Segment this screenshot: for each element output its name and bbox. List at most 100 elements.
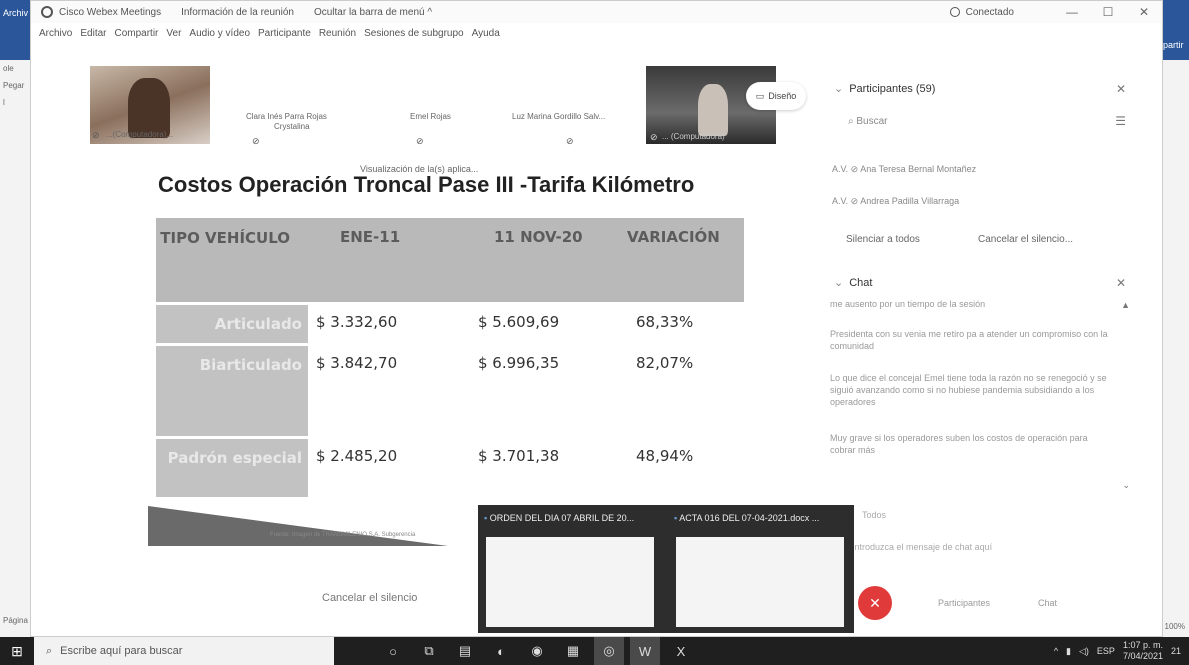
- menu-audio-video[interactable]: Audio y vídeo: [189, 28, 250, 39]
- side-panel: ⌄ Participantes (59) ✕ ⌕ Buscar ☰ A.V. ⊘…: [822, 76, 1140, 636]
- participants-title: Participantes (59): [849, 82, 936, 95]
- word-right-strip: partir 100%: [1161, 0, 1189, 637]
- menu-reunion[interactable]: Reunión: [319, 28, 356, 39]
- taskbar-apps: ○ ⧉ ▤ ◐ ◉ ▦ ◎ W X: [378, 637, 696, 665]
- taskbar-search-placeholder: Escribe aquí para buscar: [60, 645, 183, 657]
- word-item-paste[interactable]: Pegar: [0, 77, 31, 94]
- menu-editar[interactable]: Editar: [80, 28, 106, 39]
- mic-muted-icon: ⊘: [416, 136, 424, 146]
- notification-icon[interactable]: 21: [1171, 646, 1181, 656]
- chat-input[interactable]: Introduzca el mensaje de chat aquí: [852, 542, 992, 552]
- preview-acta[interactable]: ▪ ACTA 016 DEL 07-04-2021.docx ...: [668, 505, 854, 633]
- app-icon[interactable]: ▦: [558, 637, 588, 665]
- webex-titlebar: Cisco Webex Meetings Información de la r…: [31, 1, 1162, 23]
- word-share-label[interactable]: partir: [1161, 0, 1189, 60]
- slide-footnote: Fuente: Imagen de TRANSMILENIO S.A. Subg…: [270, 532, 416, 538]
- video-name-1: ...(Computadora)...: [106, 130, 174, 139]
- file-explorer-icon[interactable]: ▤: [450, 637, 480, 665]
- row-ene: $ 3.842,70: [316, 354, 398, 372]
- table-row: Articulado $ 3.332,60 $ 5.609,69 68,33%: [156, 305, 744, 343]
- word-left-strip: Archiv ole Pegar l Página: [0, 0, 32, 637]
- preview-page: [676, 537, 844, 627]
- menu-ayuda[interactable]: Ayuda: [472, 28, 500, 39]
- volume-icon[interactable]: ◁): [1079, 646, 1089, 657]
- hide-menu-link[interactable]: Ocultar la barra de menú ^: [314, 7, 432, 18]
- cortana-icon[interactable]: ○: [378, 637, 408, 665]
- preview-title: ACTA 016 DEL 07-04-2021.docx ...: [679, 513, 820, 523]
- participant-search[interactable]: ⌕ Buscar: [848, 116, 888, 127]
- chat-toggle[interactable]: Chat: [1038, 598, 1057, 608]
- webex-taskbar-icon[interactable]: ◎: [594, 637, 624, 665]
- participants-header[interactable]: ⌄ Participantes (59): [834, 82, 936, 96]
- row-var: 82,07%: [636, 354, 694, 372]
- slide-decoration: [148, 506, 448, 546]
- word-taskbar-icon[interactable]: W: [630, 637, 660, 665]
- chrome-icon[interactable]: ◉: [522, 637, 552, 665]
- menu-compartir[interactable]: Compartir: [114, 28, 158, 39]
- minimize-button[interactable]: —: [1054, 5, 1090, 19]
- row-type: Padrón especial: [156, 439, 308, 497]
- clock[interactable]: 1:07 p. m. 7/04/2021: [1123, 640, 1163, 662]
- start-button[interactable]: ⊞: [0, 637, 34, 665]
- menu-bar: Archivo Editar Compartir Ver Audio y víd…: [31, 23, 1162, 43]
- word-file-tab[interactable]: Archiv: [0, 0, 31, 60]
- menu-participante[interactable]: Participante: [258, 28, 311, 39]
- chat-header[interactable]: ⌄ Chat: [834, 276, 872, 290]
- word-page-label: Página: [3, 616, 28, 625]
- tray-chevron-icon[interactable]: ^: [1054, 646, 1058, 656]
- menu-archivo[interactable]: Archivo: [39, 28, 72, 39]
- row-type: Biarticulado: [156, 346, 308, 436]
- row-var: 68,33%: [636, 313, 694, 331]
- language-indicator[interactable]: ESP: [1097, 646, 1115, 656]
- unmute-all-button[interactable]: Cancelar el silencio...: [978, 234, 1073, 245]
- header-variacion: VARIACIÓN: [627, 228, 720, 246]
- participant-item[interactable]: A.V. ⊘ Ana Teresa Bernal Montañez: [832, 164, 976, 175]
- preview-title: ORDEN DEL DIA 07 ABRIL DE 20...: [489, 513, 635, 523]
- menu-subgrupos[interactable]: Sesiones de subgrupo: [364, 28, 464, 39]
- mute-all-button[interactable]: Silenciar a todos: [846, 234, 920, 245]
- video-name-5: ... (Computadora): [662, 132, 725, 141]
- word-zoom: 100%: [1164, 622, 1185, 631]
- collapse-icon: ⌄: [834, 83, 844, 95]
- layout-button[interactable]: ▭ Diseño: [746, 82, 806, 110]
- close-button[interactable]: ✕: [1126, 5, 1162, 19]
- preview-orden-del-dia[interactable]: ▪ ORDEN DEL DIA 07 ABRIL DE 20...: [478, 505, 664, 633]
- sort-icon[interactable]: ☰: [1115, 114, 1126, 128]
- meeting-info-link[interactable]: Información de la reunión: [181, 7, 294, 18]
- word-icon: ▪: [484, 513, 488, 523]
- word-item-1[interactable]: ole: [0, 60, 31, 77]
- excel-taskbar-icon[interactable]: X: [666, 637, 696, 665]
- network-icon[interactable]: ▮: [1066, 646, 1071, 657]
- unmute-button[interactable]: Cancelar el silencio: [322, 592, 417, 604]
- chat-recipient[interactable]: Todos: [862, 510, 886, 520]
- scroll-down-icon[interactable]: ⌄: [1122, 480, 1130, 491]
- layout-label: Diseño: [768, 91, 797, 101]
- close-chat-icon[interactable]: ✕: [1116, 276, 1126, 290]
- video-name-3: Emel Rojas: [410, 112, 451, 121]
- mic-muted-icon: ⊘: [92, 130, 100, 140]
- mic-muted-icon: ⊘: [650, 132, 658, 142]
- close-participants-icon[interactable]: ✕: [1116, 82, 1126, 96]
- row-type: Articulado: [156, 305, 308, 343]
- connection-status-label: Conectado: [965, 6, 1014, 18]
- scroll-up-icon[interactable]: ▲: [1121, 300, 1130, 310]
- edge-icon[interactable]: ◐: [486, 637, 516, 665]
- mic-muted-icon: ⊘: [566, 136, 574, 146]
- windows-taskbar: ⊞ ⌕ Escribe aquí para buscar ○ ⧉ ▤ ◐ ◉ ▦…: [0, 637, 1189, 665]
- row-ene: $ 3.332,60: [316, 313, 398, 331]
- connection-status[interactable]: Conectado: [949, 6, 1014, 18]
- word-item-3: l: [3, 98, 5, 107]
- header-ene: ENE-11: [340, 228, 401, 246]
- video-name-2-sub: Crystalina: [274, 122, 310, 131]
- speaker-video: [698, 84, 728, 136]
- taskbar-search[interactable]: ⌕ Escribe aquí para buscar: [34, 637, 334, 665]
- participants-toggle[interactable]: Participantes: [938, 598, 990, 608]
- leave-meeting-button[interactable]: ✕: [858, 586, 892, 620]
- row-nov: $ 6.996,35: [478, 354, 560, 372]
- participant-item[interactable]: A.V. ⊘ Andrea Padilla Villarraga: [832, 196, 959, 207]
- table-row: Padrón especial $ 2.485,20 $ 3.701,38 48…: [156, 439, 744, 497]
- task-view-icon[interactable]: ⧉: [414, 637, 444, 665]
- maximize-button[interactable]: ☐: [1090, 5, 1126, 19]
- search-icon: ⌕: [46, 644, 53, 657]
- menu-ver[interactable]: Ver: [166, 28, 181, 39]
